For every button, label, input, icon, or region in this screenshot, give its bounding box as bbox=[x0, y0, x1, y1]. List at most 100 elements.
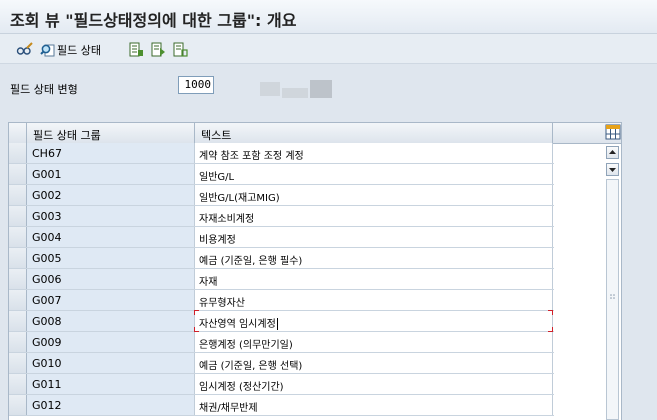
cell-text[interactable]: 예금 (기준일, 은행 필수) bbox=[195, 248, 553, 268]
table-row[interactable]: G010 예금 (기준일, 은행 선택) bbox=[9, 353, 554, 374]
cell-group: G001 bbox=[27, 164, 195, 184]
text-cursor bbox=[276, 318, 278, 330]
cell-text-value: 예금 (기준일, 은행 필수) bbox=[199, 256, 303, 267]
cell-text[interactable]: 유무형자산 bbox=[195, 290, 553, 310]
focus-corner-marker bbox=[194, 310, 199, 315]
row-selector[interactable] bbox=[9, 185, 27, 205]
table-row[interactable]: G008 자산영역 임시계정 bbox=[9, 310, 554, 332]
select-all-button[interactable] bbox=[128, 41, 144, 59]
page-title: 조회 뷰 "필드상태정의에 대한 그룹": 개요 bbox=[10, 11, 297, 30]
cell-text[interactable]: 계약 참조 포함 조정 계정 bbox=[195, 143, 553, 163]
cell-group: G012 bbox=[27, 395, 195, 415]
cell-text-value: 자재소비계정 bbox=[199, 214, 255, 225]
redacted-area bbox=[282, 88, 308, 98]
cell-text[interactable]: 비용계정 bbox=[195, 227, 553, 247]
table-row[interactable]: G007 유무형자산 bbox=[9, 290, 554, 311]
row-selector[interactable] bbox=[9, 227, 27, 247]
row-selector[interactable] bbox=[9, 332, 27, 352]
row-selector[interactable] bbox=[9, 164, 27, 184]
cell-text-value: 계약 참조 포함 조정 계정 bbox=[199, 151, 304, 162]
column-header-group[interactable]: 필드 상태 그룹 bbox=[27, 123, 195, 143]
row-selector[interactable] bbox=[9, 290, 27, 310]
row-selector[interactable] bbox=[9, 143, 27, 163]
table-row[interactable]: G001 일반G/L bbox=[9, 164, 554, 185]
variant-row: 필드 상태 변형 1000 bbox=[0, 64, 657, 110]
table-row[interactable]: G005 예금 (기준일, 은행 필수) bbox=[9, 248, 554, 269]
cell-group: G011 bbox=[27, 374, 195, 394]
cell-group: G004 bbox=[27, 227, 195, 247]
table-settings-icon bbox=[605, 124, 621, 140]
column-header-text[interactable]: 텍스트 bbox=[195, 123, 553, 143]
cell-group: G010 bbox=[27, 353, 195, 373]
application-toolbar: 필드 상태 bbox=[0, 34, 657, 64]
cell-text-value: 자산영역 임시계정 bbox=[199, 319, 276, 330]
cell-text[interactable]: 은행계정 (의무만기일) bbox=[195, 332, 553, 352]
scroll-down-button[interactable] bbox=[606, 163, 619, 176]
deselect-all-button[interactable] bbox=[172, 41, 188, 59]
field-status-button[interactable]: 필드 상태 bbox=[40, 41, 101, 59]
table-row[interactable]: CH67 계약 참조 포함 조정 계정 bbox=[9, 143, 554, 164]
redacted-area bbox=[260, 82, 280, 96]
table-row[interactable]: G004 비용계정 bbox=[9, 227, 554, 248]
redacted-area bbox=[310, 80, 332, 98]
cell-text-value: 임시계정 (정산기간) bbox=[199, 382, 284, 393]
table-row[interactable]: G009 은행계정 (의무만기일) bbox=[9, 332, 554, 353]
cell-text[interactable]: 채권/채무반제 bbox=[195, 395, 553, 415]
table-row[interactable]: G002 일반G/L(재고MIG) bbox=[9, 185, 554, 206]
arrow-up-icon bbox=[609, 150, 616, 154]
select-block-icon bbox=[151, 42, 165, 57]
scroll-grip-icon bbox=[610, 294, 615, 299]
row-selector[interactable] bbox=[9, 269, 27, 289]
scroll-up-button[interactable] bbox=[606, 146, 619, 159]
cell-group: G003 bbox=[27, 206, 195, 226]
row-selector[interactable] bbox=[9, 248, 27, 268]
cell-text[interactable]: 자산영역 임시계정 bbox=[194, 310, 553, 332]
cell-text-value: 은행계정 (의무만기일) bbox=[199, 340, 293, 351]
cell-text-value: 일반G/L(재고MIG) bbox=[199, 193, 280, 204]
deselect-all-icon bbox=[173, 42, 188, 57]
cell-text-value: 예금 (기준일, 은행 선택) bbox=[199, 361, 303, 372]
row-selector[interactable] bbox=[9, 353, 27, 373]
cell-text[interactable]: 자재소비계정 bbox=[195, 206, 553, 226]
select-all-rows-cell[interactable] bbox=[9, 123, 27, 143]
cell-text[interactable]: 일반G/L bbox=[195, 164, 553, 184]
cell-group: G005 bbox=[27, 248, 195, 268]
magnifier-document-icon bbox=[40, 44, 55, 57]
select-all-icon bbox=[129, 42, 143, 57]
cell-text-value: 일반G/L bbox=[199, 172, 235, 183]
table-row[interactable]: G006 자재 bbox=[9, 269, 554, 290]
cell-group: G002 bbox=[27, 185, 195, 205]
table-scrollbar bbox=[604, 122, 622, 420]
cell-text-value: 유무형자산 bbox=[199, 298, 245, 309]
row-selector[interactable] bbox=[9, 374, 27, 394]
table-row[interactable]: G003 자재소비계정 bbox=[9, 206, 554, 227]
table-header: 필드 상태 그룹 텍스트 bbox=[9, 123, 621, 144]
cell-group: CH67 bbox=[27, 143, 195, 163]
table-row[interactable]: G012 채권/채무반제 bbox=[9, 395, 554, 416]
scroll-track[interactable] bbox=[606, 179, 619, 420]
cell-text-value: 비용계정 bbox=[199, 235, 236, 246]
cell-text[interactable]: 임시계정 (정산기간) bbox=[195, 374, 553, 394]
table-settings-button[interactable] bbox=[605, 124, 621, 140]
cell-text-value: 자재 bbox=[199, 277, 218, 288]
row-selector[interactable] bbox=[9, 311, 27, 331]
field-status-group-table: 필드 상태 그룹 텍스트 CH67 계약 참조 포함 조정 계정 G001 일반G/L… bbox=[8, 122, 622, 420]
arrow-down-icon bbox=[609, 168, 616, 172]
focus-corner-marker bbox=[548, 310, 553, 315]
cell-group: G007 bbox=[27, 290, 195, 310]
row-selector[interactable] bbox=[9, 395, 27, 415]
select-block-button[interactable] bbox=[150, 41, 166, 59]
field-status-variant-label: 필드 상태 변형 bbox=[10, 83, 78, 96]
glasses-pencil-icon bbox=[16, 42, 33, 55]
cell-group: G006 bbox=[27, 269, 195, 289]
cell-text[interactable]: 예금 (기준일, 은행 선택) bbox=[195, 353, 553, 373]
cell-text[interactable]: 자재 bbox=[195, 269, 553, 289]
row-selector[interactable] bbox=[9, 206, 27, 226]
cell-text[interactable]: 일반G/L(재고MIG) bbox=[195, 185, 553, 205]
field-status-variant-field[interactable]: 1000 bbox=[178, 76, 214, 94]
table-body: CH67 계약 참조 포함 조정 계정 G001 일반G/L G002 일반G/L(재고M… bbox=[9, 143, 554, 416]
cell-group: G009 bbox=[27, 332, 195, 352]
table-row[interactable]: G011 임시계정 (정산기간) bbox=[9, 374, 554, 395]
cell-group: G008 bbox=[27, 311, 195, 331]
display-change-button[interactable] bbox=[16, 41, 34, 59]
